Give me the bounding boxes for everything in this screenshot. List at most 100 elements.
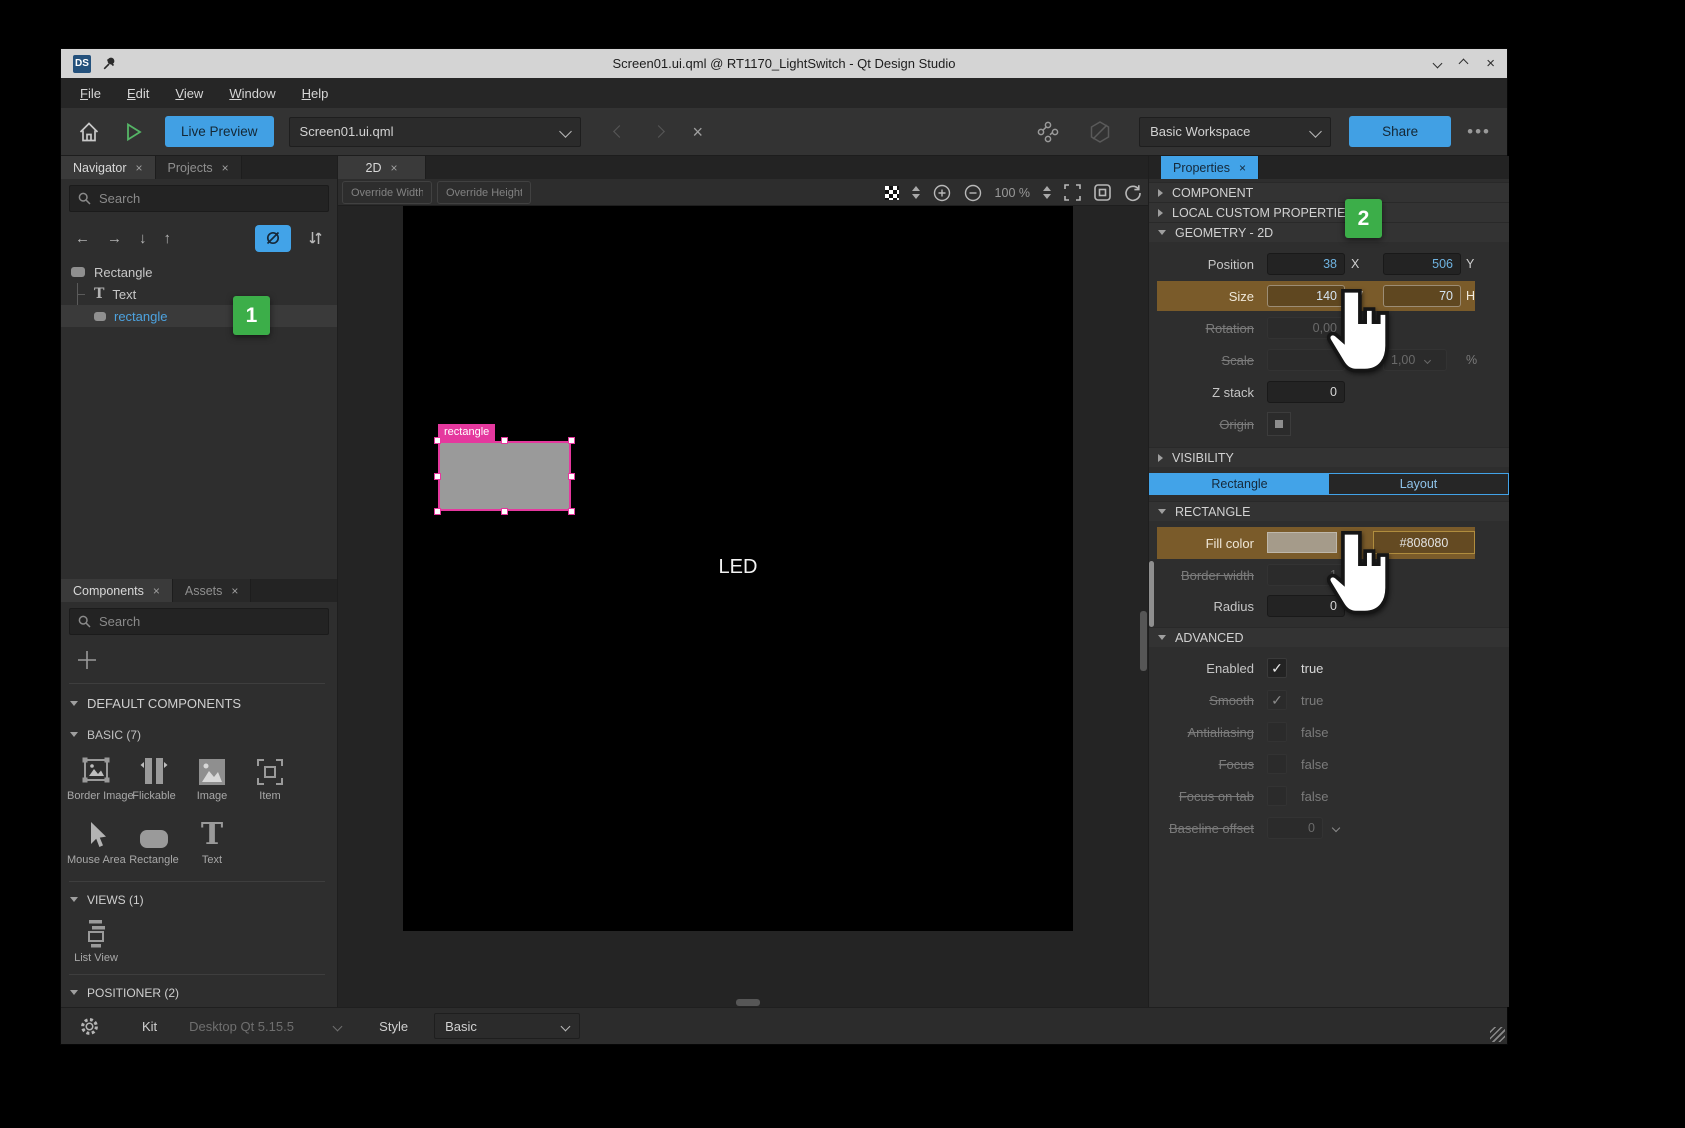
menu-help[interactable]: Help	[289, 86, 342, 101]
component-item[interactable]: Item	[241, 752, 299, 802]
navigator-search[interactable]	[69, 185, 329, 212]
size-height-field[interactable]: 70	[1383, 285, 1461, 307]
zstack-field[interactable]: 0	[1267, 381, 1345, 403]
close-tab-icon[interactable]: ×	[222, 162, 229, 174]
components-search-input[interactable]	[99, 614, 320, 629]
menu-edit[interactable]: Edit	[114, 86, 162, 101]
tree-item-rectangle-selected[interactable]: rectangle	[61, 305, 337, 327]
titlebar[interactable]: DS Screen01.ui.qml @ RT1170_LightSwitch …	[61, 49, 1507, 78]
tree-item-rectangle-root[interactable]: Rectangle	[61, 261, 337, 283]
open-file-selector[interactable]: Screen01.ui.qml	[289, 117, 581, 147]
close-tab-icon[interactable]: ×	[136, 162, 143, 174]
origin-button[interactable]	[1267, 412, 1291, 436]
menu-view[interactable]: View	[162, 86, 216, 101]
resize-handle-nw[interactable]	[434, 437, 441, 444]
focus-on-tab-checkbox[interactable]	[1267, 786, 1287, 806]
tab-2d[interactable]: 2D ×	[338, 156, 426, 179]
components-search[interactable]	[69, 608, 329, 635]
kit-selector[interactable]: Desktop Qt 5.15.5	[189, 1019, 341, 1034]
focus-checkbox[interactable]	[1267, 754, 1287, 774]
zoom-in-icon[interactable]	[933, 184, 951, 202]
filter-visible-toggle[interactable]	[255, 225, 291, 252]
tab-projects[interactable]: Projects ×	[156, 156, 242, 179]
component-flickable[interactable]: Flickable	[125, 752, 183, 802]
background-spinner[interactable]	[912, 186, 920, 199]
move-left-icon[interactable]: ←	[75, 230, 90, 247]
move-down-icon[interactable]: ↓	[139, 230, 147, 247]
menu-window[interactable]: Window	[216, 86, 288, 101]
canvas-viewport[interactable]: LED rectangle	[338, 206, 1148, 1007]
tab-properties[interactable]: Properties ×	[1161, 156, 1259, 179]
close-tab-icon[interactable]: ×	[1239, 162, 1246, 174]
qml-root-canvas[interactable]: LED rectangle	[403, 206, 1073, 931]
resize-handle-sw[interactable]	[434, 508, 441, 515]
section-visibility[interactable]: VISIBILITY	[1149, 447, 1509, 467]
close-tab-icon[interactable]: ×	[390, 162, 397, 174]
more-options-icon[interactable]: •••	[1467, 122, 1491, 142]
enabled-checkbox[interactable]: ✓	[1267, 658, 1287, 678]
menu-file[interactable]: File	[67, 86, 114, 101]
gear-icon[interactable]	[79, 1016, 100, 1037]
section-basic[interactable]: BASIC (7)	[61, 724, 337, 745]
properties-scrollbar-thumb[interactable]	[1149, 561, 1154, 627]
zoom-spinner[interactable]	[1043, 186, 1051, 199]
section-geometry-2d[interactable]: GEOMETRY - 2D	[1149, 222, 1509, 242]
add-module-icon[interactable]	[75, 648, 99, 672]
live-preview-button[interactable]: Live Preview	[165, 116, 274, 147]
resize-handle-n[interactable]	[501, 437, 508, 444]
window-resize-grip[interactable]	[1490, 1027, 1505, 1042]
position-x-field[interactable]: 38	[1267, 253, 1345, 275]
component-text[interactable]: T Text	[183, 816, 241, 866]
canvas-text-led[interactable]: LED	[698, 556, 778, 579]
home-icon[interactable]	[77, 120, 101, 144]
section-positioner[interactable]: POSITIONER (2)	[61, 982, 337, 1003]
resize-handle-se[interactable]	[568, 508, 575, 515]
close-tab-icon[interactable]: ×	[153, 585, 160, 597]
override-width-field[interactable]	[342, 181, 432, 204]
component-mouse-area[interactable]: Mouse Area	[67, 816, 125, 866]
resize-handle-w[interactable]	[434, 473, 441, 480]
style-selector[interactable]: Basic	[434, 1013, 580, 1039]
antialiasing-checkbox[interactable]	[1267, 722, 1287, 742]
section-views[interactable]: VIEWS (1)	[61, 889, 337, 910]
fit-canvas-icon[interactable]	[1094, 184, 1111, 201]
move-right-icon[interactable]: →	[107, 230, 122, 247]
component-list-view[interactable]: List View	[67, 914, 125, 964]
window-close-icon[interactable]: ×	[1486, 56, 1495, 71]
section-component[interactable]: COMPONENT	[1149, 182, 1509, 202]
section-default-components[interactable]: DEFAULT COMPONENTS	[61, 693, 337, 714]
tab-assets[interactable]: Assets ×	[173, 579, 252, 602]
component-border-image[interactable]: Border Image	[67, 752, 125, 802]
navigator-search-input[interactable]	[99, 191, 320, 206]
close-tab-icon[interactable]: ×	[231, 585, 238, 597]
workspace-selector[interactable]: Basic Workspace	[1139, 117, 1331, 147]
scale-preset-dropdown[interactable]: 1,00	[1383, 349, 1447, 371]
zoom-out-icon[interactable]	[964, 184, 982, 202]
resize-handle-ne[interactable]	[568, 437, 575, 444]
override-height-field[interactable]	[437, 181, 531, 204]
section-local-custom-properties[interactable]: LOCAL CUSTOM PROPERTIES	[1149, 202, 1509, 222]
background-color-icon[interactable]	[885, 186, 899, 200]
tab-navigator[interactable]: Navigator ×	[61, 156, 156, 179]
subtab-layout[interactable]: Layout	[1329, 474, 1508, 494]
forward-icon[interactable]	[652, 125, 665, 138]
selected-rectangle[interactable]: rectangle	[438, 441, 571, 511]
tree-item-text[interactable]: T Text	[61, 283, 337, 305]
sort-order-icon[interactable]	[308, 230, 323, 246]
section-advanced[interactable]: ADVANCED	[1149, 627, 1509, 647]
reset-view-icon[interactable]	[1124, 184, 1142, 202]
chevron-down-icon[interactable]	[1332, 824, 1340, 832]
horizontal-scrollbar-thumb[interactable]	[736, 999, 760, 1006]
move-up-icon[interactable]: ↑	[164, 230, 172, 247]
window-rolldown-icon[interactable]	[1433, 59, 1443, 69]
position-y-field[interactable]: 506	[1383, 253, 1461, 275]
close-document-icon[interactable]: ×	[693, 123, 704, 141]
resize-handle-s[interactable]	[501, 508, 508, 515]
fit-selection-icon[interactable]	[1064, 184, 1081, 201]
share-button[interactable]: Share	[1349, 116, 1451, 147]
vertical-scrollbar-thumb[interactable]	[1140, 611, 1147, 671]
section-rectangle[interactable]: RECTANGLE	[1149, 501, 1509, 521]
resize-handle-e[interactable]	[568, 473, 575, 480]
play-icon[interactable]	[121, 120, 145, 144]
baseline-offset-field[interactable]: 0	[1267, 817, 1323, 839]
